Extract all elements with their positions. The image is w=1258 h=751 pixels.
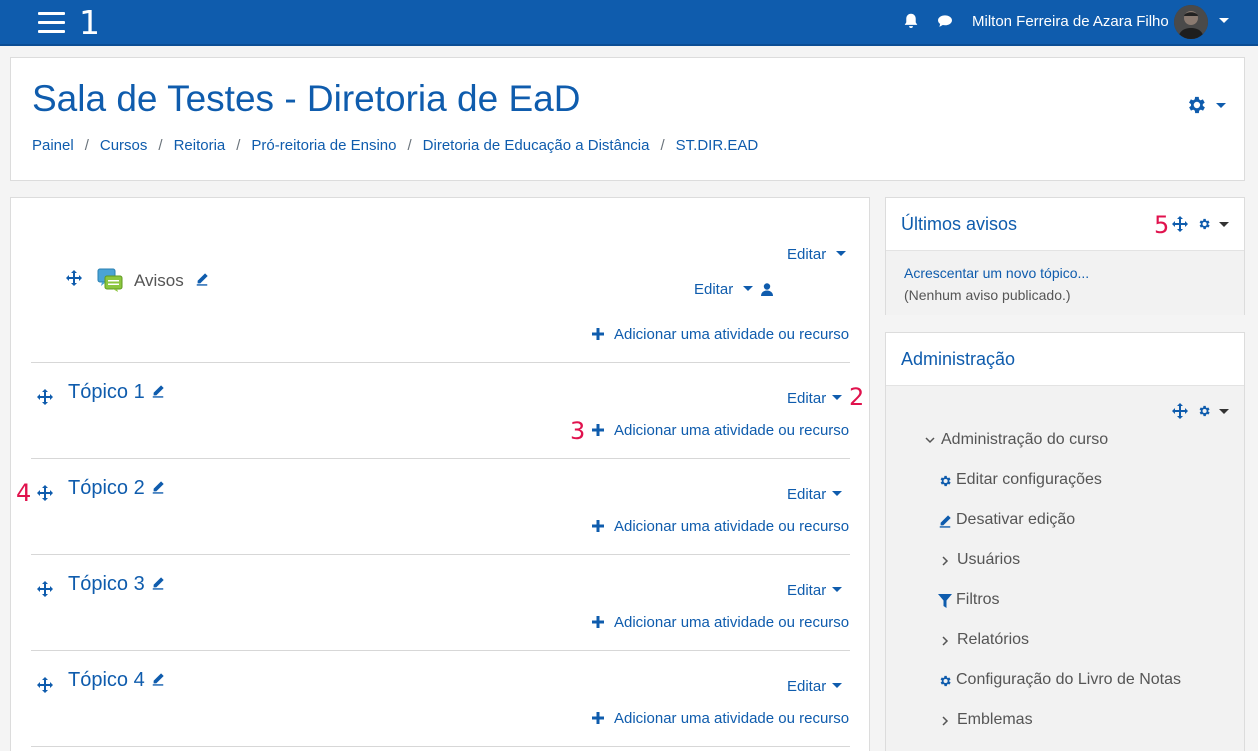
add-activity-link[interactable]: Adicionar uma atividade ou recurso xyxy=(592,518,849,535)
admin-edit-settings[interactable]: Editar configurações xyxy=(956,471,1102,489)
section-divider xyxy=(31,746,850,747)
move-icon[interactable] xyxy=(37,485,53,501)
add-new-topic-link[interactable]: Acrescentar um novo tópico... xyxy=(904,265,1089,281)
pencil-icon[interactable] xyxy=(195,272,209,286)
annotation-marker-4: 4 xyxy=(16,479,32,507)
annotation-marker-2: 2 xyxy=(849,383,865,411)
move-icon[interactable] xyxy=(1172,403,1188,419)
section0-edit-menu[interactable]: Editar xyxy=(787,246,847,263)
plus-icon xyxy=(592,520,604,532)
topic-2-title[interactable]: Tópico 2 xyxy=(68,477,165,500)
user-avatar[interactable] xyxy=(1174,5,1208,39)
course-settings-gear-icon[interactable] xyxy=(1185,94,1207,116)
annotation-marker-5: 5 xyxy=(1154,211,1170,239)
move-icon[interactable] xyxy=(37,581,53,597)
section-divider xyxy=(31,458,850,459)
breadcrumb-reitoria[interactable]: Reitoria xyxy=(174,137,226,154)
top-navbar: 1 Milton Ferreira de Azara Filho xyxy=(0,0,1258,46)
admin-badges[interactable]: Emblemas xyxy=(957,711,1033,729)
topic-1-title[interactable]: Tópico 1 xyxy=(68,381,165,404)
chevron-right-icon[interactable] xyxy=(940,636,950,646)
bell-icon[interactable] xyxy=(902,12,920,30)
chevron-right-icon[interactable] xyxy=(940,716,950,726)
gear-icon[interactable] xyxy=(1197,404,1211,418)
page-header: Sala de Testes - Diretoria de EaD Painel… xyxy=(10,57,1245,181)
section-divider xyxy=(31,362,850,363)
admin-reports[interactable]: Relatórios xyxy=(957,631,1029,649)
breadcrumb-course[interactable]: ST.DIR.EAD xyxy=(676,137,759,154)
add-activity-link[interactable]: Adicionar uma atividade ou recurso xyxy=(592,326,849,343)
topic-3-title[interactable]: Tópico 3 xyxy=(68,573,165,596)
breadcrumb: Painel / Cursos / Reitoria / Pró-reitoria de E… xyxy=(32,137,759,154)
move-icon[interactable] xyxy=(66,270,82,286)
news-block: Últimos avisos 5 Acrescentar um novo tóp… xyxy=(885,197,1245,315)
admin-block: Administração Administração do curso Edi… xyxy=(885,332,1245,751)
chevron-down-icon[interactable] xyxy=(925,435,935,445)
activity-avisos-link[interactable]: Avisos xyxy=(134,271,209,291)
pencil-icon[interactable] xyxy=(151,480,165,494)
no-news-text: (Nenhum aviso publicado.) xyxy=(904,287,1071,303)
admin-users[interactable]: Usuários xyxy=(957,551,1020,569)
forum-icon xyxy=(97,268,123,292)
plus-icon xyxy=(592,616,604,628)
topic-1-edit-menu[interactable]: Editar xyxy=(787,390,843,407)
caret-down-icon[interactable] xyxy=(1219,409,1229,414)
menu-toggle-icon[interactable] xyxy=(38,12,65,33)
chevron-right-icon[interactable] xyxy=(940,556,950,566)
add-activity-link[interactable]: Adicionar uma atividade ou recurso xyxy=(592,614,849,631)
admin-block-title: Administração xyxy=(901,349,1016,369)
gear-icon xyxy=(940,675,951,687)
gear-icon xyxy=(940,475,951,487)
section-divider xyxy=(31,554,850,555)
admin-filters[interactable]: Filtros xyxy=(956,591,1000,609)
pencil-icon[interactable] xyxy=(151,384,165,398)
annotation-marker-1: 1 xyxy=(79,3,100,42)
breadcrumb-painel[interactable]: Painel xyxy=(32,137,74,154)
move-icon[interactable] xyxy=(37,677,53,693)
activity-edit-menu[interactable]: Editar xyxy=(694,281,754,298)
breadcrumb-pro-reitoria[interactable]: Pró-reitoria de Ensino xyxy=(251,137,396,154)
course-content: Editar Avisos Editar Adicionar uma ativi… xyxy=(10,197,870,751)
admin-block-body: Administração do curso Editar configuraç… xyxy=(886,385,1244,751)
admin-disable-editing[interactable]: Desativar edição xyxy=(956,511,1075,529)
chat-icon[interactable] xyxy=(936,12,954,30)
topic-3-edit-menu[interactable]: Editar xyxy=(787,582,843,599)
plus-icon xyxy=(592,424,604,436)
annotation-marker-3: 3 xyxy=(570,417,586,445)
admin-course-root[interactable]: Administração do curso xyxy=(941,431,1108,449)
caret-down-icon[interactable] xyxy=(1219,222,1229,227)
plus-icon xyxy=(592,328,604,340)
move-icon[interactable] xyxy=(1172,216,1188,232)
user-menu-caret-icon[interactable] xyxy=(1219,18,1229,23)
news-block-body: Acrescentar um novo tópico... (Nenhum av… xyxy=(886,250,1244,315)
move-icon[interactable] xyxy=(37,389,53,405)
user-name[interactable]: Milton Ferreira de Azara Filho xyxy=(972,13,1169,30)
add-activity-link[interactable]: Adicionar uma atividade ou recurso xyxy=(592,422,849,439)
gear-icon[interactable] xyxy=(1197,217,1211,231)
admin-gradebook-setup[interactable]: Configuração do Livro de Notas xyxy=(956,671,1181,689)
user-icon[interactable] xyxy=(761,283,773,296)
topic-4-title[interactable]: Tópico 4 xyxy=(68,669,165,692)
pencil-icon[interactable] xyxy=(151,576,165,590)
pencil-icon[interactable] xyxy=(151,672,165,686)
plus-icon xyxy=(592,712,604,724)
pencil-icon xyxy=(939,515,951,528)
section-divider xyxy=(31,650,850,651)
add-activity-link[interactable]: Adicionar uma atividade ou recurso xyxy=(592,710,849,727)
course-settings-caret-icon[interactable] xyxy=(1216,103,1226,108)
breadcrumb-diretoria[interactable]: Diretoria de Educação a Distância xyxy=(423,137,650,154)
page-title: Sala de Testes - Diretoria de EaD xyxy=(32,78,581,119)
filter-icon xyxy=(938,594,952,608)
topic-2-edit-menu[interactable]: Editar xyxy=(787,486,843,503)
news-block-title: Últimos avisos xyxy=(901,214,1018,234)
breadcrumb-cursos[interactable]: Cursos xyxy=(100,137,148,154)
topic-4-edit-menu[interactable]: Editar xyxy=(787,678,843,695)
